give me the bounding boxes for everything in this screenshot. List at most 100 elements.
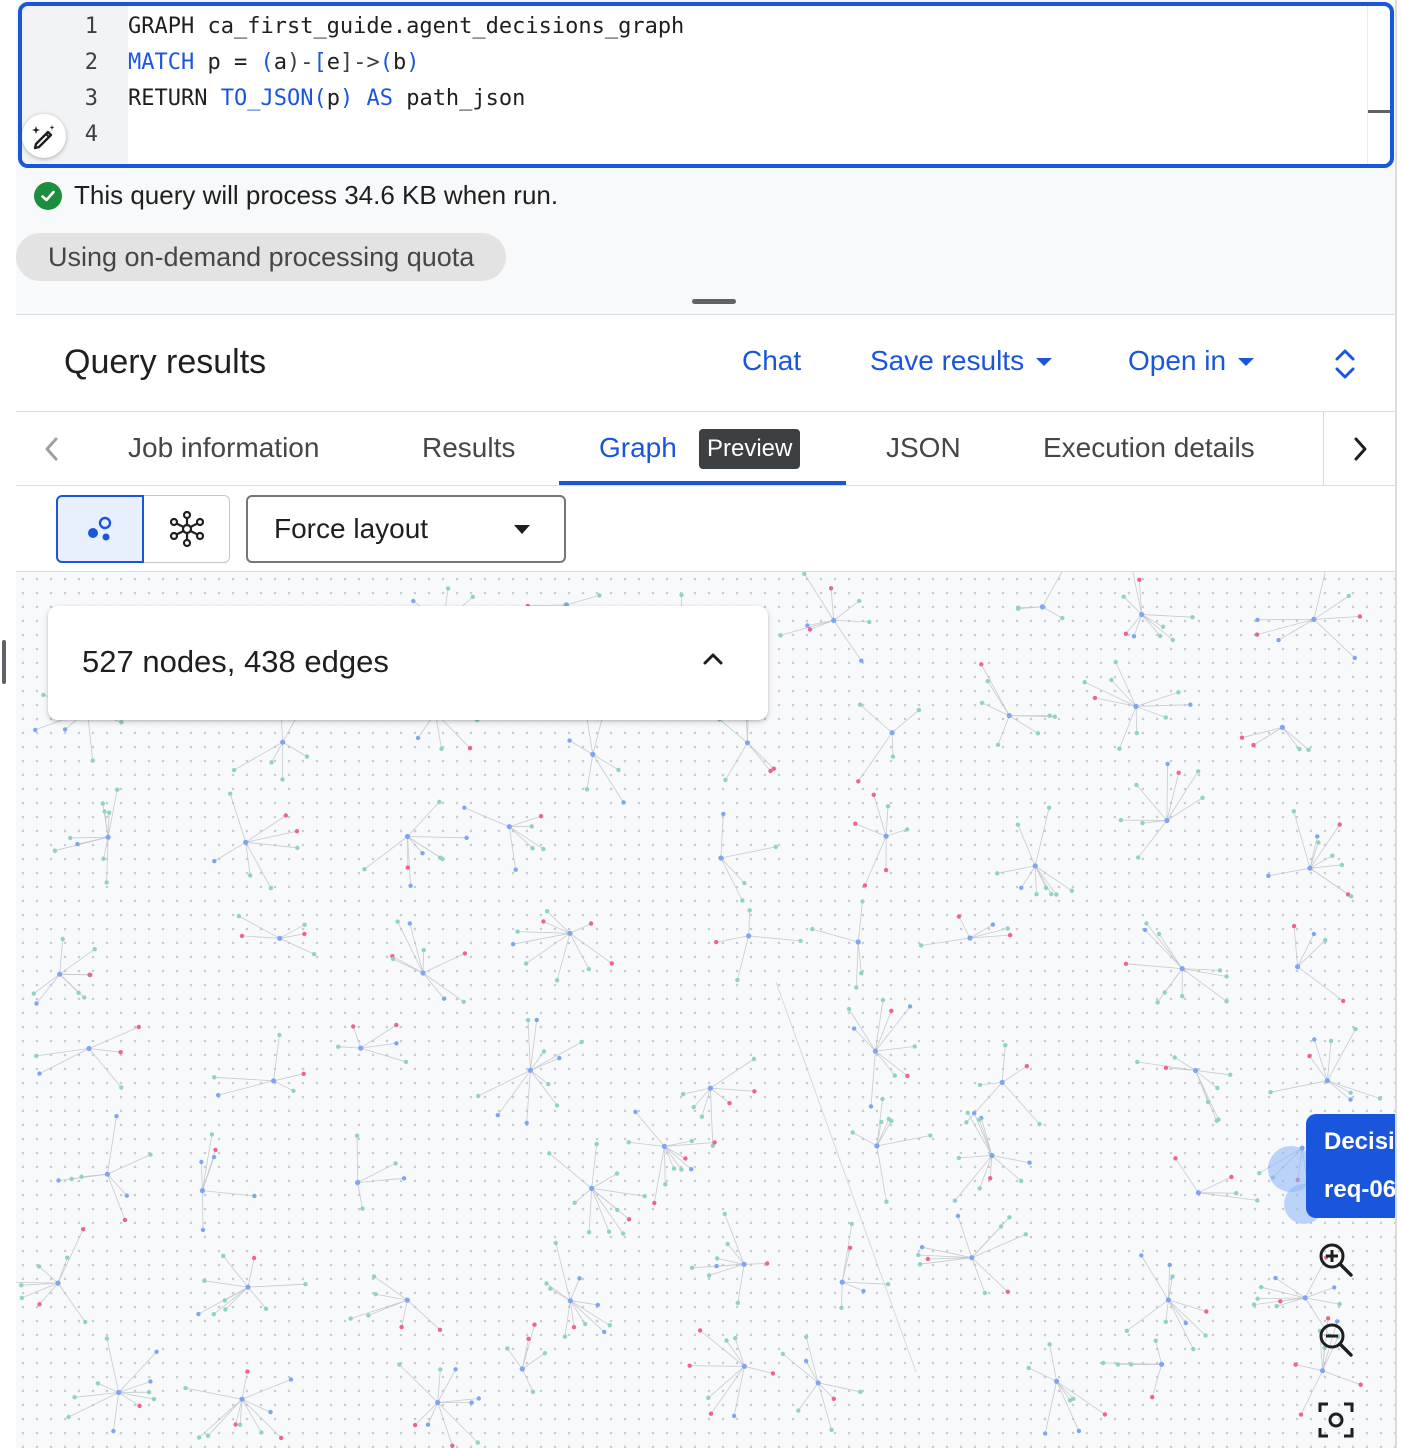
panel-resize-grip[interactable] (2, 640, 6, 684)
graph-node (1298, 1412, 1304, 1417)
graph-edge (971, 1257, 986, 1294)
tab-execution-details[interactable]: Execution details (1043, 432, 1255, 464)
graph-node (989, 1152, 995, 1159)
code-editor[interactable]: 1 2 3 4 GRAPH ca_first_guide.agent_decis… (18, 2, 1394, 168)
graph-node (228, 791, 233, 796)
expand-collapse-icon[interactable] (1332, 347, 1358, 381)
code-line-3[interactable]: RETURN TO_JSON(p) AS path_json (128, 86, 525, 111)
graph-node (411, 598, 416, 604)
zoom-out-icon[interactable] (1316, 1320, 1356, 1360)
graph-edge (57, 1229, 84, 1284)
graph-edge (1168, 1299, 1194, 1350)
graph-node (199, 1159, 204, 1165)
graph-node (1134, 730, 1140, 736)
open-in-button[interactable]: Open in (1128, 345, 1255, 377)
graph-edge (812, 928, 859, 943)
chat-button[interactable]: Chat (742, 345, 801, 377)
graph-node (590, 751, 596, 757)
tabs-scroll-right-button[interactable] (1323, 412, 1396, 486)
panel-resize-handle[interactable] (692, 299, 736, 304)
graph-node (884, 1199, 889, 1204)
graph-canvas[interactable]: 527 nodes, 438 edges Decision req-06 (16, 572, 1396, 1448)
graph-edge (70, 836, 109, 839)
graph-edge (550, 1288, 571, 1302)
graph-edge (875, 1046, 915, 1052)
fit-to-screen-icon[interactable] (1316, 1400, 1356, 1440)
graph-node (1353, 1026, 1358, 1032)
tab-graph[interactable]: Graph (599, 432, 677, 464)
graph-edge (664, 1146, 686, 1159)
graph-node (1228, 1072, 1233, 1077)
graph-edge (1141, 614, 1161, 637)
graph-node (277, 1032, 282, 1038)
graph-edge (1293, 926, 1298, 967)
graph-edge (1144, 929, 1183, 969)
chevron-up-icon[interactable] (702, 652, 724, 666)
graph-node (883, 833, 889, 839)
layout-select[interactable]: Force layout (246, 495, 566, 563)
ai-assist-button[interactable] (22, 114, 66, 158)
graph-edge (841, 1282, 843, 1308)
graph-node (211, 1154, 217, 1160)
graph-node (1203, 1333, 1208, 1338)
graph-node (421, 947, 426, 953)
graph-node (609, 961, 614, 966)
chevron-left-icon[interactable] (40, 434, 64, 464)
schema-view-button[interactable] (144, 495, 230, 563)
graph-view-button[interactable] (56, 495, 144, 563)
graph-node (538, 814, 544, 819)
graph-node (464, 835, 469, 840)
graph-node (1158, 633, 1163, 639)
query-editor-panel: 1 2 3 4 GRAPH ca_first_guide.agent_decis… (16, 0, 1396, 314)
tab-job-information[interactable]: Job information (128, 432, 319, 464)
graph-node (1153, 1338, 1158, 1343)
graph-edge (699, 1330, 745, 1367)
graph-node (1054, 1378, 1060, 1384)
code-line-2[interactable]: MATCH p = (a)-[e]->(b) (128, 50, 419, 75)
graph-node (1214, 1118, 1219, 1123)
graph-node (1215, 1085, 1220, 1091)
graph-stats-card[interactable]: 527 nodes, 438 edges (48, 606, 768, 720)
graph-node (850, 1130, 855, 1135)
graph-edge (282, 741, 308, 757)
graph-node (1311, 931, 1317, 937)
save-results-button[interactable]: Save results (870, 345, 1053, 377)
graph-edge (997, 715, 1010, 745)
graph-node (355, 1180, 361, 1186)
tab-json[interactable]: JSON (886, 432, 961, 464)
graph-edge (748, 935, 801, 942)
graph-node (1251, 742, 1256, 748)
tab-results[interactable]: Results (422, 432, 515, 464)
graph-edge (517, 931, 570, 934)
left-panel-edge (0, 0, 16, 1448)
graph-node (506, 824, 512, 830)
graph-node (1312, 1037, 1317, 1042)
graph-node (1015, 822, 1021, 827)
graph-node (571, 1325, 577, 1330)
editor-scroll-marker[interactable] (1368, 110, 1390, 113)
graph-edge (971, 1226, 1002, 1258)
graph-node (1257, 1171, 1262, 1176)
graph-edge (521, 1324, 535, 1370)
graph-node (567, 738, 572, 743)
graph-node (751, 1056, 757, 1062)
graph-node (268, 1409, 273, 1415)
graph-edge (360, 1042, 397, 1049)
graph-node (1115, 1362, 1121, 1367)
graph-node (831, 1396, 836, 1401)
graph-node (1035, 731, 1041, 736)
chevron-down-icon (514, 525, 530, 534)
graph-edge (1126, 1299, 1169, 1332)
quota-chip[interactable]: Using on-demand processing quota (16, 233, 507, 281)
graph-node (82, 995, 87, 1000)
graph-node (1005, 926, 1010, 931)
graph-node (1123, 631, 1129, 636)
graph-edge (407, 801, 440, 837)
graph-edge (1141, 614, 1193, 618)
code-line-1[interactable]: GRAPH ca_first_guide.agent_decisions_gra… (128, 14, 684, 39)
graph-edge (1195, 1070, 1218, 1121)
zoom-in-icon[interactable] (1316, 1240, 1356, 1280)
graph-edge (356, 1135, 358, 1183)
graph-node (1330, 853, 1335, 858)
line-number: 2 (84, 50, 98, 75)
